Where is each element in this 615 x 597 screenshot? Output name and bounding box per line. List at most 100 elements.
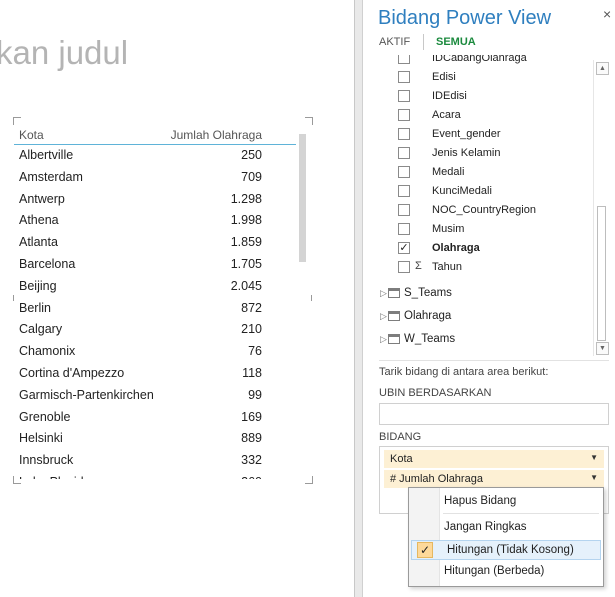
field-checkbox[interactable] [398, 128, 410, 140]
cell-jumlah-olahraga: 210 [241, 322, 262, 337]
cell-jumlah-olahraga: 889 [241, 431, 262, 446]
table-row[interactable]: Garmisch-Partenkirchen 99 [14, 384, 296, 405]
dropdown-arrow-icon[interactable]: ▼ [590, 453, 598, 462]
table-label: W_Teams [404, 333, 456, 345]
field-chip[interactable]: Kota ▼ [384, 450, 604, 468]
field-checkbox[interactable] [398, 166, 410, 178]
close-icon[interactable]: × [603, 6, 611, 22]
field-item[interactable]: IDCabangOlahraga [379, 55, 594, 68]
panel-title: Bidang Power View [378, 7, 552, 29]
field-item[interactable]: Edisi [379, 68, 594, 87]
field-item[interactable]: ✓ Olahraga [379, 239, 594, 258]
title-placeholder[interactable]: kan judul [0, 34, 128, 72]
field-item[interactable]: IDEdisi [379, 87, 594, 106]
cell-jumlah-olahraga: 1.998 [230, 213, 262, 228]
field-checkbox[interactable] [398, 147, 410, 159]
field-item[interactable]: Musim [379, 220, 594, 239]
tab-all[interactable]: SEMUA [436, 36, 476, 48]
menu-item-label: Hitungan (Tidak Kosong) [447, 544, 574, 556]
crop-mark-top-right [305, 117, 313, 125]
column-header-jumlah-olahraga[interactable]: Jumlah Olahraga [171, 128, 262, 142]
field-list-scrollbar[interactable]: ▲ ▼ [593, 60, 609, 356]
field-item[interactable]: Medali [379, 163, 594, 182]
table-row[interactable]: Atlanta 1.859 [14, 231, 296, 252]
field-checkbox[interactable] [398, 261, 410, 273]
table-row[interactable]: Antwerp 1.298 [14, 188, 296, 209]
menu-item[interactable]: Jangan Ringkas [409, 518, 603, 538]
table-row[interactable]: Innsbruck 332 [14, 449, 296, 470]
field-label: IDCabangOlahraga [432, 55, 527, 64]
field-checkbox[interactable] [398, 185, 410, 197]
field-checkbox[interactable] [398, 109, 410, 121]
fields-area-label: BIDANG [379, 431, 422, 443]
table-row[interactable]: Calgary 210 [14, 318, 296, 339]
field-item[interactable]: Acara [379, 106, 594, 125]
field-label: Medali [432, 166, 465, 178]
cell-jumlah-olahraga: 250 [241, 148, 262, 162]
table-row[interactable]: Grenoble 169 [14, 406, 296, 427]
table-visual[interactable]: Kota Jumlah Olahraga Albertville 250 Amste… [13, 117, 314, 484]
field-checkbox[interactable]: ✓ [398, 242, 410, 254]
cell-jumlah-olahraga: 1.859 [230, 235, 262, 250]
table-node[interactable]: ▷ W_Teams [379, 331, 599, 351]
table-row[interactable]: Athena 1.998 [14, 209, 296, 230]
report-canvas: kan judul Kota Jumlah Olahraga Albertvil… [0, 0, 355, 597]
dropdown-arrow-icon[interactable]: ▼ [590, 473, 598, 482]
field-checkbox[interactable] [398, 71, 410, 83]
table-label: S_Teams [404, 287, 452, 299]
table-row[interactable]: Helsinki 889 [14, 427, 296, 448]
table-node[interactable]: ▷ S_Teams [379, 285, 599, 305]
field-item[interactable]: KunciMedali [379, 182, 594, 201]
table-node[interactable]: ▷ Olahraga [379, 308, 599, 328]
field-checkbox[interactable] [398, 55, 410, 64]
expand-caret-icon[interactable]: ▷ [380, 311, 387, 322]
checkmark-icon: ✓ [417, 542, 433, 558]
resize-handle-right[interactable] [311, 295, 312, 301]
cell-kota: Chamonix [19, 344, 76, 359]
cell-jumlah-olahraga: 169 [241, 409, 262, 424]
field-checkbox[interactable] [398, 223, 410, 235]
menu-item[interactable]: Hapus Bidang [409, 492, 603, 512]
field-checkbox[interactable] [398, 204, 410, 216]
cell-jumlah-olahraga: 709 [241, 169, 262, 184]
tiles-by-label: UBIN BERDASARKAN [379, 387, 492, 399]
table-row[interactable]: Lake Placid 260 [14, 471, 296, 479]
table-scrollbar-thumb[interactable] [299, 134, 306, 262]
field-label: KunciMedali [432, 185, 492, 197]
table-header: Kota Jumlah Olahraga [14, 122, 296, 145]
cell-jumlah-olahraga: 1.705 [230, 257, 262, 271]
cell-kota: Cortina d'Ampezzo [19, 366, 125, 380]
field-item[interactable]: NOC_CountryRegion [379, 201, 594, 220]
field-item[interactable]: Σ Tahun [379, 258, 594, 277]
field-item[interactable]: Event_gender [379, 125, 594, 144]
cell-jumlah-olahraga: 260 [241, 475, 262, 479]
cell-kota: Amsterdam [19, 169, 83, 184]
expand-caret-icon[interactable]: ▷ [380, 288, 387, 299]
expand-caret-icon[interactable]: ▷ [380, 334, 387, 345]
table-row[interactable]: Cortina d'Ampezzo 118 [14, 362, 296, 383]
tab-active[interactable]: AKTIF [379, 36, 410, 48]
field-item[interactable]: Jenis Kelamin [379, 144, 594, 163]
menu-item-label: Hitungan (Berbeda) [444, 565, 545, 577]
table-row[interactable]: Berlin 872 [14, 297, 296, 318]
menu-item[interactable]: Hitungan (Berbeda) [409, 562, 603, 582]
cell-jumlah-olahraga: 118 [242, 366, 262, 380]
field-list-scrollbar-thumb[interactable] [597, 206, 606, 341]
table-row[interactable]: Barcelona 1.705 [14, 253, 296, 274]
table-row[interactable]: Amsterdam 709 [14, 166, 296, 187]
field-checkbox[interactable] [398, 90, 410, 102]
field-label: Tahun [432, 261, 462, 273]
menu-item[interactable]: ✓ Hitungan (Tidak Kosong) [411, 540, 601, 560]
tiles-by-drop-area[interactable] [379, 403, 609, 425]
scroll-up-icon[interactable]: ▲ [596, 62, 609, 75]
cell-jumlah-olahraga: 2.045 [230, 278, 262, 293]
table-row[interactable]: Beijing 2.045 [14, 275, 296, 296]
column-header-kota[interactable]: Kota [19, 128, 44, 142]
field-chip[interactable]: # Jumlah Olahraga ▼ [384, 470, 604, 488]
cell-kota: Albertville [19, 148, 74, 162]
cell-kota: Garmisch-Partenkirchen [19, 387, 154, 402]
scroll-down-icon[interactable]: ▼ [596, 342, 609, 355]
table-row[interactable]: Chamonix 76 [14, 340, 296, 361]
table-label: Olahraga [404, 310, 452, 322]
table-row[interactable]: Albertville 250 [14, 144, 296, 165]
